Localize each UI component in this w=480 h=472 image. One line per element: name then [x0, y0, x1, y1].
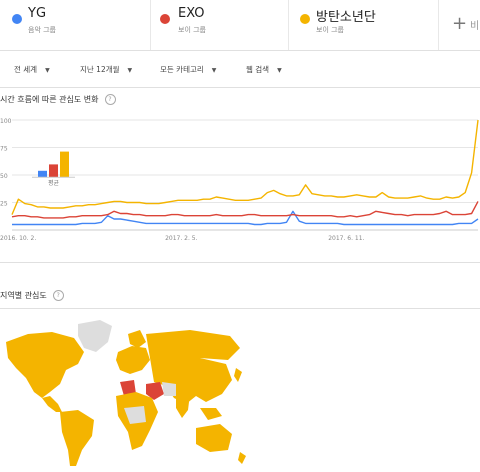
help-icon[interactable]: ?: [104, 94, 116, 105]
add-term-label[interactable]: 비: [470, 17, 479, 32]
region-filter-label: 전 세계: [14, 65, 38, 74]
interest-over-time-chart: 100 75 50 25 2016. 10. 2. 2017. 2. 5. 2017. 6.…: [0, 118, 479, 242]
category-filter-label: 모든 카테고리: [160, 65, 204, 74]
caret-down-icon: ▼: [277, 67, 282, 74]
interest-by-region-title: 지역별 관심도?: [0, 290, 64, 301]
average-bar: [38, 170, 47, 178]
filter-bar: 전 세계 ▼ 지난 12개월 ▼ 모든 카테고리 ▼ 웹 검색 ▼: [0, 51, 480, 88]
region-central-america[interactable]: [42, 396, 62, 412]
search-type-filter[interactable]: 웹 검색 ▼: [246, 64, 282, 75]
term-subtitle: 보이 그룹: [178, 26, 206, 34]
x-tick-label: 2017. 6. 11.: [328, 235, 364, 242]
term-subtitle: 음악 그룹: [28, 26, 56, 34]
x-tick-label: 2016. 10. 2.: [0, 235, 36, 242]
region-southeast-asia[interactable]: [200, 408, 222, 420]
average-label: 평균: [48, 179, 60, 187]
period-filter[interactable]: 지난 12개월 ▼: [80, 64, 132, 75]
map-land: [6, 320, 246, 466]
y-tick-label: 50: [0, 173, 8, 180]
term-title: YG: [28, 6, 47, 21]
search-terms-bar: YG 음악 그룹 EXO 보이 그룹 방탄소년단 보이 그룹 + 비: [0, 0, 480, 51]
search-type-filter-label: 웹 검색: [246, 65, 270, 74]
region-asia[interactable]: [150, 358, 232, 404]
y-tick-label: 100: [0, 118, 12, 125]
series-line: [12, 210, 479, 226]
period-filter-label: 지난 12개월: [80, 65, 120, 74]
search-term-1[interactable]: YG 음악 그룹: [0, 0, 151, 50]
region-filter[interactable]: 전 세계 ▼: [14, 64, 50, 75]
y-tick-label: 25: [0, 201, 8, 208]
average-bar: [60, 151, 69, 178]
region-europe[interactable]: [116, 346, 150, 374]
world-map[interactable]: [0, 312, 260, 470]
term-color-dot: [160, 14, 170, 24]
series-line: [11, 119, 479, 215]
section-divider: [0, 308, 480, 309]
interest-over-time-title: 시간 흐름에 따른 관심도 변화?: [0, 94, 116, 105]
region-north-america[interactable]: [6, 332, 84, 398]
region-new-zealand[interactable]: [238, 452, 246, 464]
region-greenland[interactable]: [78, 320, 112, 352]
term-subtitle: 보이 그룹: [316, 26, 344, 34]
region-russia[interactable]: [146, 330, 240, 362]
caret-down-icon: ▼: [211, 67, 217, 74]
region-scandinavia[interactable]: [128, 330, 146, 348]
caret-down-icon: ▼: [127, 67, 133, 74]
term-title: 방탄소년단: [316, 10, 376, 25]
region-india[interactable]: [176, 392, 190, 418]
term-color-dot: [300, 14, 310, 24]
caret-down-icon: ▼: [45, 67, 50, 74]
region-iran[interactable]: [162, 382, 176, 396]
x-tick-label: 2017. 2. 5.: [165, 235, 198, 242]
search-term-3[interactable]: 방탄소년단 보이 그룹: [288, 0, 439, 50]
region-japan[interactable]: [234, 368, 242, 382]
term-title: EXO: [178, 6, 205, 21]
y-tick-label: 75: [0, 146, 8, 153]
search-term-2[interactable]: EXO 보이 그룹: [150, 0, 289, 50]
average-bar: [49, 164, 58, 178]
region-south-america[interactable]: [60, 410, 94, 466]
help-icon[interactable]: ?: [52, 290, 64, 301]
series-line: [11, 201, 479, 219]
region-australia[interactable]: [196, 424, 232, 452]
category-filter[interactable]: 모든 카테고리 ▼: [160, 64, 216, 75]
section-title-text: 지역별 관심도: [0, 291, 47, 300]
term-color-dot: [12, 14, 22, 24]
add-term-icon[interactable]: +: [452, 13, 467, 34]
section-divider: [0, 262, 480, 263]
section-title-text: 시간 흐름에 따른 관심도 변화: [0, 95, 99, 104]
